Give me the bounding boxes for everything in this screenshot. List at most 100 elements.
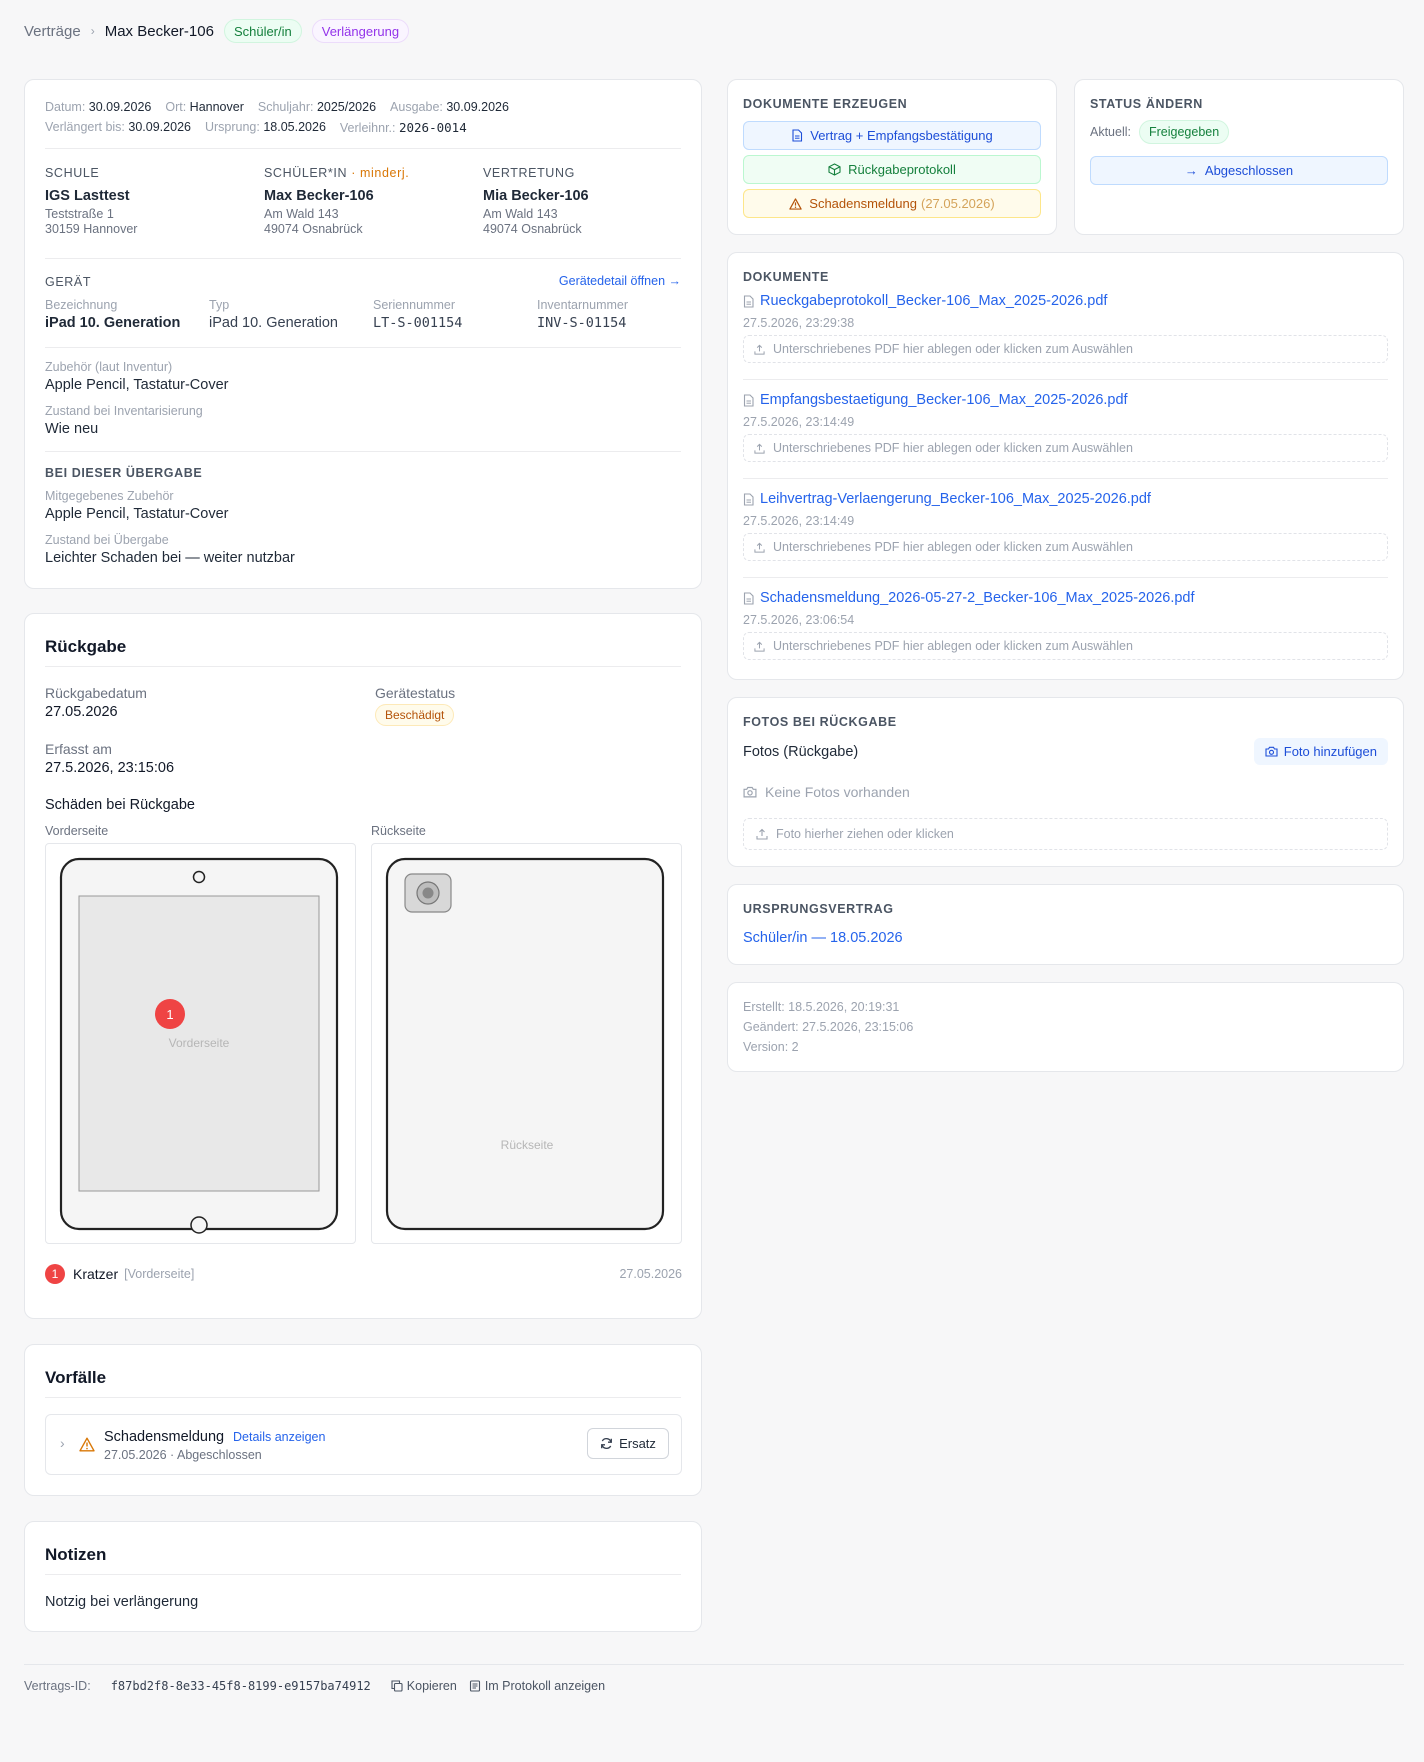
divider: [743, 478, 1388, 479]
documents-card: DOKUMENTE Rueckgabeprotokoll_Becker-106_…: [727, 252, 1404, 680]
student-name: Max Becker-106: [264, 188, 374, 204]
document-date: 27.5.2026, 23:06:54: [743, 613, 855, 627]
kind-badge: Verlängerung: [311, 19, 410, 43]
page-title: Max Becker-106: [104, 22, 214, 40]
created-at: Erstellt: 18.5.2026, 20:19:31: [743, 1000, 900, 1014]
incident-row[interactable]: › Schadensmeldung Details anzeigen 27.05…: [45, 1414, 682, 1475]
back-diagram-panel[interactable]: Rückseite: [371, 843, 682, 1244]
return-date-field: Rückgabedatum 27.05.2026: [45, 685, 147, 720]
show-protocol-link[interactable]: Im Protokoll anzeigen: [469, 1679, 605, 1693]
extended-until: 30.09.2026: [128, 120, 191, 134]
ipad-back-diagram[interactable]: Rückseite: [372, 844, 683, 1245]
damage-date: 27.05.2026: [619, 1267, 682, 1281]
damage-list-item[interactable]: 1 Kratzer [Vorderseite] 27.05.2026: [45, 1263, 682, 1285]
issue-date: 30.09.2026: [446, 100, 509, 114]
captured-field: Erfasst am 27.5.2026, 23:15:06: [45, 741, 175, 776]
contract-meta-row-2: Verlängert bis: 30.09.2026 Ursprung: 18.…: [45, 120, 467, 135]
upload-icon: [754, 542, 765, 553]
handover-condition: Zustand bei Übergabe Leichter Schaden be…: [45, 533, 295, 566]
list-icon: [469, 1680, 480, 1692]
device-inventory-field: Inventarnummer INV-S-01154: [537, 298, 629, 331]
upload-icon: [754, 443, 765, 454]
back-label: Rückseite: [371, 824, 426, 838]
generate-contract-button[interactable]: Vertrag + Empfangsbestätigung: [743, 121, 1041, 150]
document-link[interactable]: Schadensmeldung_2026-05-27-2_Becker-106_…: [743, 590, 1195, 606]
camera-icon: [743, 786, 757, 798]
damage-section-title: Schäden bei Rückgabe: [45, 797, 195, 813]
incidents-title: Vorfälle: [45, 1368, 107, 1387]
handover-heading: BEI DIESER ÜBERGABE: [45, 466, 203, 480]
damage-marker-number: 1: [166, 1007, 173, 1022]
copy-icon: [391, 1680, 403, 1692]
damage-number-badge: 1: [45, 1264, 65, 1284]
footer: Vertrags-ID: f87bd2f8-8e33-45f8-8199-e91…: [24, 1679, 605, 1693]
document-link[interactable]: Leihvertrag-Verlaengerung_Becker-106_Max…: [743, 491, 1151, 507]
photo-dropzone[interactable]: Foto hierher ziehen oder klicken: [743, 818, 1388, 850]
return-title: Rückgabe: [45, 637, 127, 656]
document-icon: [743, 294, 754, 308]
handover-accessories: Mitgegebenes Zubehör Apple Pencil, Tasta…: [45, 489, 229, 522]
front-watermark: Vorderseite: [169, 1036, 230, 1050]
upload-icon: [754, 641, 765, 652]
return-card: Rückgabe Rückgabedatum 27.05.2026 Geräte…: [24, 613, 702, 1319]
document-link[interactable]: Empfangsbestaetigung_Becker-106_Max_2025…: [743, 392, 1128, 408]
document-icon: [743, 492, 754, 506]
replacement-button[interactable]: Ersatz: [587, 1428, 669, 1459]
notes-title: Notizen: [45, 1545, 107, 1564]
document-date: 27.5.2026, 23:29:38: [743, 316, 855, 330]
no-photos-message: Keine Fotos vorhanden: [743, 784, 910, 800]
changed-at: Geändert: 27.5.2026, 23:15:06: [743, 1020, 914, 1034]
camera-icon: [404, 873, 452, 913]
front-diagram-panel[interactable]: 1 Vorderseite: [45, 843, 356, 1244]
origin-contract-card: URSPRUNGSVERTRAG Schüler/in — 18.05.2026: [727, 884, 1404, 965]
warning-icon: [79, 1437, 95, 1452]
school-year: 2025/2026: [316, 100, 377, 114]
divider: [743, 577, 1388, 578]
status-change-card: STATUS ÄNDERN Aktuell: Freigegeben → Abg…: [1074, 79, 1404, 235]
upload-icon: [754, 344, 765, 355]
incidents-card: Vorfälle › Schadensmeldung Details anzei…: [24, 1344, 702, 1496]
upload-icon: [756, 828, 768, 840]
documents-heading: DOKUMENTE: [743, 270, 829, 284]
signed-pdf-dropzone[interactable]: Unterschriebenes PDF hier ablegen oder k…: [743, 434, 1388, 462]
ipad-front-diagram[interactable]: 1 Vorderseite: [46, 844, 357, 1245]
origin-contract-link[interactable]: Schüler/in — 18.05.2026: [743, 930, 903, 946]
generate-return-protocol-button[interactable]: Rückgabeprotokoll: [743, 155, 1041, 184]
contract-meta-row-1: Datum: 30.09.2026 Ort: Hannover Schuljah…: [45, 100, 509, 114]
inventory-condition: Zustand bei Inventarisierung Wie neu: [45, 404, 203, 437]
generate-damage-report-button[interactable]: Schadensmeldung (27.05.2026): [743, 189, 1041, 218]
signed-pdf-dropzone[interactable]: Unterschriebenes PDF hier ablegen oder k…: [743, 335, 1388, 363]
signed-pdf-dropzone[interactable]: Unterschriebenes PDF hier ablegen oder k…: [743, 533, 1388, 561]
breadcrumb-contracts-link[interactable]: Verträge: [24, 23, 81, 40]
incident-details-link[interactable]: Details anzeigen: [233, 1430, 325, 1444]
set-status-closed-button[interactable]: → Abgeschlossen: [1090, 156, 1388, 185]
representative-block: VERTRETUNG Mia Becker-106 Am Wald 143 49…: [483, 166, 683, 236]
damage-side: [Vorderseite]: [124, 1267, 195, 1281]
device-heading: GERÄT: [45, 275, 92, 289]
photos-heading: FOTOS BEI RÜCKGABE: [743, 715, 897, 729]
warning-icon: [789, 197, 802, 210]
chevron-right-icon[interactable]: ›: [60, 1435, 65, 1451]
inventory-accessories: Zubehör (laut Inventur) Apple Pencil, Ta…: [45, 360, 229, 393]
generate-documents-card: DOKUMENTE ERZEUGEN Vertrag + Empfangsbes…: [727, 79, 1057, 235]
signed-pdf-dropzone[interactable]: Unterschriebenes PDF hier ablegen oder k…: [743, 632, 1388, 660]
divider: [743, 379, 1388, 380]
photos-title: Fotos (Rückgabe): [743, 744, 859, 760]
current-status-badge: Freigegeben: [1139, 120, 1230, 144]
school-name: IGS Lasttest: [45, 188, 130, 204]
add-photo-button[interactable]: Foto hinzufügen: [1253, 738, 1388, 765]
document-date: 27.5.2026, 23:14:49: [743, 415, 855, 429]
incident-name: Schadensmeldung: [104, 1429, 225, 1445]
type-badge: Schüler/in: [223, 19, 302, 43]
device-status-field: Gerätestatus Beschädigt: [375, 685, 455, 726]
device-name-field: Bezeichnung iPad 10. Generation: [45, 298, 181, 331]
device-detail-link[interactable]: Gerätedetail öffnen →: [559, 274, 681, 288]
device-type-field: Typ iPad 10. Generation: [209, 298, 338, 331]
copy-button[interactable]: Kopieren: [391, 1679, 457, 1693]
damage-marker[interactable]: 1: [155, 999, 185, 1029]
device-serial-field: Seriennummer LT-S-001154: [373, 298, 463, 331]
package-icon: [828, 163, 841, 176]
document-link[interactable]: Rueckgabeprotokoll_Becker-106_Max_2025-2…: [743, 293, 1107, 309]
camera-icon: [1265, 746, 1278, 757]
document-icon: [792, 129, 803, 142]
